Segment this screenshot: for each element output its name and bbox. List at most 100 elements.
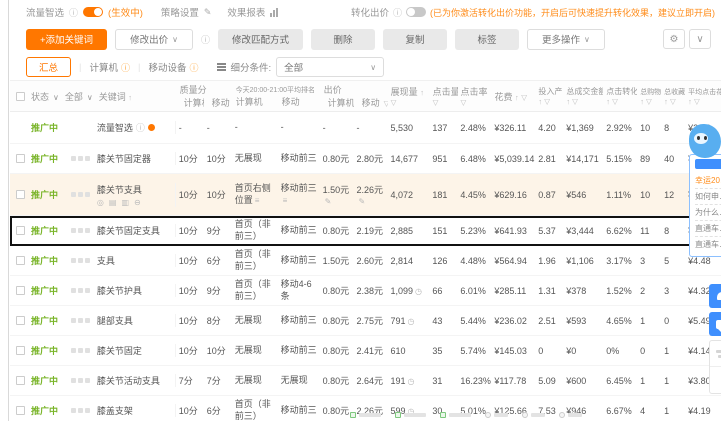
table-row[interactable]: 推广中 腿部支具 ⓘ ◎ ▤ ▥ ⊖ 10分 8分 无展现≡ 移动前三≡ 0.8… — [10, 306, 721, 336]
impressions-value: 1,099 ◷ — [390, 285, 422, 296]
tab-mobile[interactable]: 移动设备 ⓘ — [148, 60, 198, 75]
bid-pc: 1.50元✎ — [322, 256, 350, 266]
revenue-header[interactable]: 总成交金额 ↑ ▽ — [563, 81, 603, 111]
keyword-label[interactable]: 膝关节固定器 — [97, 152, 151, 165]
chart-icon[interactable]: ▥ — [121, 198, 129, 207]
favs-header[interactable]: 总收藏数↑ ▽ — [661, 81, 685, 111]
quality-score-header-group[interactable]: 质量分 计算机▽移动▽ — [176, 81, 232, 111]
row-checkbox[interactable] — [15, 406, 25, 415]
pencil-icon[interactable]: ✎ — [204, 7, 212, 18]
row-indicator-icons — [68, 318, 94, 323]
row-indicator-icons — [68, 408, 94, 413]
chat-button[interactable] — [709, 312, 721, 336]
keyword-label[interactable]: 流量智选 — [97, 121, 133, 134]
remove-icon[interactable]: ⊖ — [134, 198, 141, 207]
modify-match-button[interactable]: 修改匹配方式 — [217, 28, 303, 50]
insight-icon[interactable]: ◎ — [97, 198, 104, 207]
avg-cpc-header[interactable]: 平均点击花费↑ ▽ — [685, 81, 721, 111]
carts-value: 89 — [640, 153, 651, 164]
collapse-button[interactable]: ∨ — [689, 29, 711, 49]
copy-button[interactable]: 复制 — [382, 28, 447, 50]
row-checkbox[interactable] — [15, 154, 25, 163]
row-indicator-icons — [68, 258, 94, 263]
select-all-checkbox[interactable] — [16, 91, 25, 101]
bar-chart-icon[interactable] — [270, 7, 279, 17]
conversion-bid-toggle[interactable] — [406, 7, 426, 17]
row-checkbox[interactable] — [15, 316, 25, 325]
row-checkbox[interactable] — [15, 190, 25, 199]
row-checkbox[interactable] — [15, 286, 25, 295]
roi-header[interactable]: 投入产出比↑ ▽ — [535, 81, 563, 111]
clicks-value: 31 — [432, 375, 443, 386]
row-checkbox[interactable] — [15, 376, 25, 385]
rank-detail-icon[interactable]: ≡ — [255, 196, 260, 205]
bid-header-group[interactable]: 出价 计算机▽移动▽ — [320, 81, 388, 111]
back-to-top-button[interactable] — [710, 367, 721, 393]
row-checkbox[interactable] — [15, 256, 25, 265]
keyword-label[interactable]: 膝关节护具 — [97, 284, 142, 297]
faq-item[interactable]: 直通车…广计划 — [695, 237, 721, 252]
table-row[interactable]: 推广中 膝关节护具 ⓘ ◎ ▤ ▥ ⊖ 10分 9分 首页（非前三）≡ 移动4-… — [10, 276, 721, 306]
table-row[interactable]: 推广中 膝关节活动支具 ⓘ ◎ ▤ ▥ ⊖ 7分 7分 无展现≡ 无展现≡ 0.… — [10, 366, 721, 396]
add-keyword-button[interactable]: +添加关键词 — [26, 28, 108, 50]
keyword-label[interactable]: 膝盖支架 — [97, 404, 133, 417]
effect-report-link[interactable]: 效果报表 — [227, 5, 265, 19]
keyword-label[interactable]: 膝关节固定 — [97, 344, 142, 357]
clicks-value: 43 — [432, 315, 443, 326]
avg-rank-mobile: 移动4-6条≡ — [280, 279, 312, 301]
filter-select[interactable]: 全部 ∨ — [276, 57, 385, 77]
edit-bid-icon[interactable]: ✎ — [359, 197, 366, 206]
avg-rank-mobile: 移动前三≡ — [280, 152, 317, 163]
status-filter-header[interactable]: 全部 ∨ — [65, 90, 93, 103]
mascot-icon[interactable] — [689, 124, 721, 158]
table-row[interactable]: 推广中 支具 ⓘ ◎ ▤ ▥ ⊖ 10分 6分 首页（非前三）≡ 移动前三≡ 1… — [10, 246, 721, 276]
status-badge: 推广中 — [30, 346, 58, 356]
keyword-label[interactable]: 支具 — [97, 254, 115, 267]
strategy-settings-link[interactable]: 策略设置 — [161, 5, 199, 19]
table-row[interactable]: 推广中 膝关节固定支具 ⓘ ◎ ▤ ▥ ⊖ 10分 9分 首页（非前三）≡ 移动… — [10, 216, 721, 246]
report-icon[interactable]: ▤ — [109, 198, 117, 207]
cvr-header[interactable]: 点击转化率↑ ▽ — [603, 81, 637, 111]
smart-traffic-dot-icon — [147, 124, 155, 131]
feature-guide-button[interactable] — [710, 341, 721, 367]
keyword-label[interactable]: 膝关节支具 — [97, 183, 142, 196]
table-row[interactable]: 推广中 膝关节固定器 ⓘ ◎ ▤ ▥ ⊖ 10分 10分 无展现≡ 移动前三≡ … — [10, 144, 721, 174]
cvr-value: 4.65% — [606, 315, 632, 326]
roi-value: 0.87 — [538, 189, 556, 200]
faq-item[interactable]: 为什么…过日限… — [695, 205, 721, 221]
carts-header[interactable]: 总购物车数↑ ▽ — [637, 81, 661, 111]
notification-button[interactable] — [709, 284, 721, 308]
tag-button[interactable]: 标签 — [454, 28, 519, 50]
tab-summary[interactable]: 汇总 — [26, 57, 72, 77]
column-settings-button[interactable]: ⚙ — [663, 29, 685, 49]
cost-value: ¥5,039.14 — [494, 153, 535, 164]
modify-bid-dropdown[interactable]: 修改出价 ∨ — [115, 28, 193, 50]
impressions-header[interactable]: 展现量 ↑ ▽ — [388, 81, 430, 111]
keyword-label[interactable]: 腿部支具 — [97, 314, 133, 327]
keyword-label[interactable]: 膝关节活动支具 — [97, 374, 160, 387]
info-icon: ⓘ — [135, 123, 145, 133]
status-header[interactable]: 状态 ∨ — [31, 90, 59, 103]
quality-score-pc: 10分 — [178, 190, 198, 200]
row-checkbox[interactable] — [15, 226, 25, 235]
faq-item[interactable]: 幸运20… — [695, 173, 721, 189]
clicks-header[interactable]: 点击量 ↓▽ — [430, 81, 458, 111]
tab-pc[interactable]: 计算机 ⓘ — [89, 60, 130, 75]
row-checkbox[interactable] — [15, 346, 25, 355]
keyword-label[interactable]: 膝关节固定支具 — [97, 224, 160, 237]
table-row[interactable]: 推广中 膝关节固定 ⓘ ◎ ▤ ▥ ⊖ 10分 10分 无展现≡ 移动前三≡ 0… — [10, 336, 721, 366]
table-row[interactable]: 推广中 膝关节支具 ⓘ ◎ ▤ ▥ ⊖ 10分 10分 首页右侧位置≡ 移动前三… — [10, 174, 721, 216]
delete-button[interactable]: 删除 — [310, 28, 375, 50]
smart-traffic-toggle[interactable] — [83, 7, 104, 17]
rank-detail-icon[interactable]: ≡ — [283, 196, 288, 205]
keyword-header[interactable]: 关键词 ↑ — [99, 90, 132, 103]
cost-header[interactable]: 花费 ↑ ▽ — [491, 81, 535, 111]
ctr-header[interactable]: 点击率 ↑▽ — [458, 81, 492, 111]
revenue-value: ¥1,106 — [566, 255, 594, 266]
faq-item[interactable]: 如何申…图片功… — [695, 189, 721, 205]
row-indicator-icons — [68, 288, 94, 293]
edit-bid-icon[interactable]: ✎ — [325, 197, 332, 206]
table-row[interactable]: 推广中 流量智选 ⓘ ◎ ▤ ▥ ⊖ - - -≡ -≡ -✎ -✎ 5,530… — [10, 112, 721, 144]
faq-item[interactable]: 直通车…广 — [695, 221, 721, 237]
more-actions-dropdown[interactable]: 更多操作 ∨ — [526, 28, 605, 50]
